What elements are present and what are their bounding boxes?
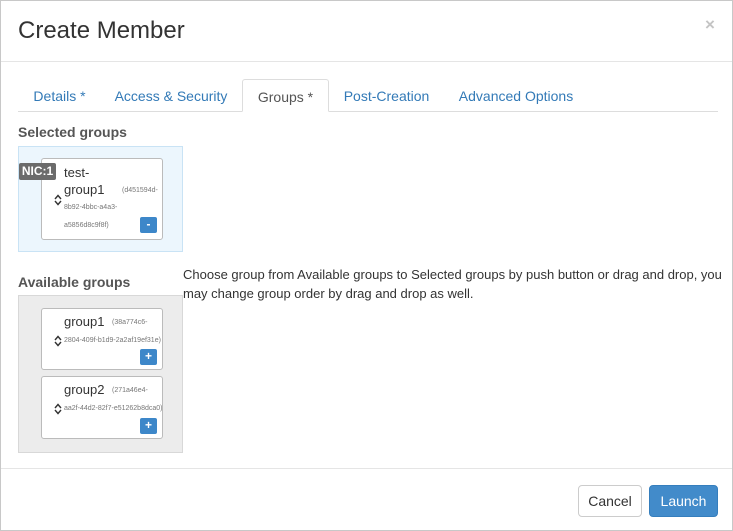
dialog-footer: Cancel Launch — [1, 468, 732, 531]
sort-handle-icon[interactable] — [54, 194, 62, 206]
group-name-line2: group1 — [64, 182, 105, 197]
create-member-dialog: Create Member × Details * Access & Secur… — [0, 0, 733, 531]
group-uuid-part2: aa2f-44d2-82f7-e51262b8dca0) — [64, 405, 163, 412]
group-uuid-part1: (38a774c6- — [112, 319, 148, 326]
tab-access-security[interactable]: Access & Security — [101, 79, 241, 112]
group-name-line1: test- — [64, 165, 90, 180]
group-uuid-part2: 8b92-4bbc-a4a3- — [64, 204, 118, 211]
sort-handle-icon[interactable] — [54, 403, 62, 415]
available-group-card[interactable]: group1 (38a774c6- 2804-409f-b1d9-2a2af19… — [41, 308, 163, 370]
tab-bar: Details * Access & Security Groups * Pos… — [18, 79, 718, 112]
cancel-button[interactable]: Cancel — [578, 485, 642, 517]
close-icon[interactable]: × — [705, 15, 715, 35]
selected-groups-heading: Selected groups — [18, 124, 127, 140]
available-groups-heading: Available groups — [18, 274, 131, 290]
dialog-header: Create Member × — [1, 1, 732, 62]
add-group-button[interactable]: + — [140, 349, 157, 365]
tab-post-creation[interactable]: Post-Creation — [330, 79, 443, 112]
selected-group-card[interactable]: test- group1 (d451594d- 8b92-4bbc-a4a3- … — [41, 158, 163, 240]
group-uuid-part2: 2804-409f-b1d9-2a2af19ef31e) — [64, 337, 161, 344]
available-group-card[interactable]: group2 (271a46e4- aa2f-44d2-82f7-e51262b… — [41, 376, 163, 439]
remove-group-button[interactable]: - — [140, 217, 157, 233]
selected-groups-dropzone[interactable]: test- group1 (d451594d- 8b92-4bbc-a4a3- … — [18, 146, 183, 252]
group-uuid-part1: (d451594d- — [122, 187, 158, 194]
group-uuid-part1: (271a46e4- — [112, 387, 148, 394]
tab-advanced-options[interactable]: Advanced Options — [444, 79, 588, 112]
sort-handle-icon[interactable] — [54, 335, 62, 347]
tab-details[interactable]: Details * — [18, 79, 101, 112]
nic-badge: NIC:1 — [19, 163, 56, 180]
tab-groups[interactable]: Groups * — [242, 79, 329, 112]
launch-button[interactable]: Launch — [649, 485, 718, 517]
group-name: group2 — [64, 382, 105, 397]
groups-help-text: Choose group from Available groups to Se… — [183, 267, 722, 301]
group-uuid-part3: a5856d8c9f8f) — [64, 222, 109, 229]
group-name: group1 — [64, 314, 105, 329]
dialog-title: Create Member — [18, 17, 185, 44]
add-group-button[interactable]: + — [140, 418, 157, 434]
available-groups-list[interactable]: group1 (38a774c6- 2804-409f-b1d9-2a2af19… — [18, 295, 183, 453]
